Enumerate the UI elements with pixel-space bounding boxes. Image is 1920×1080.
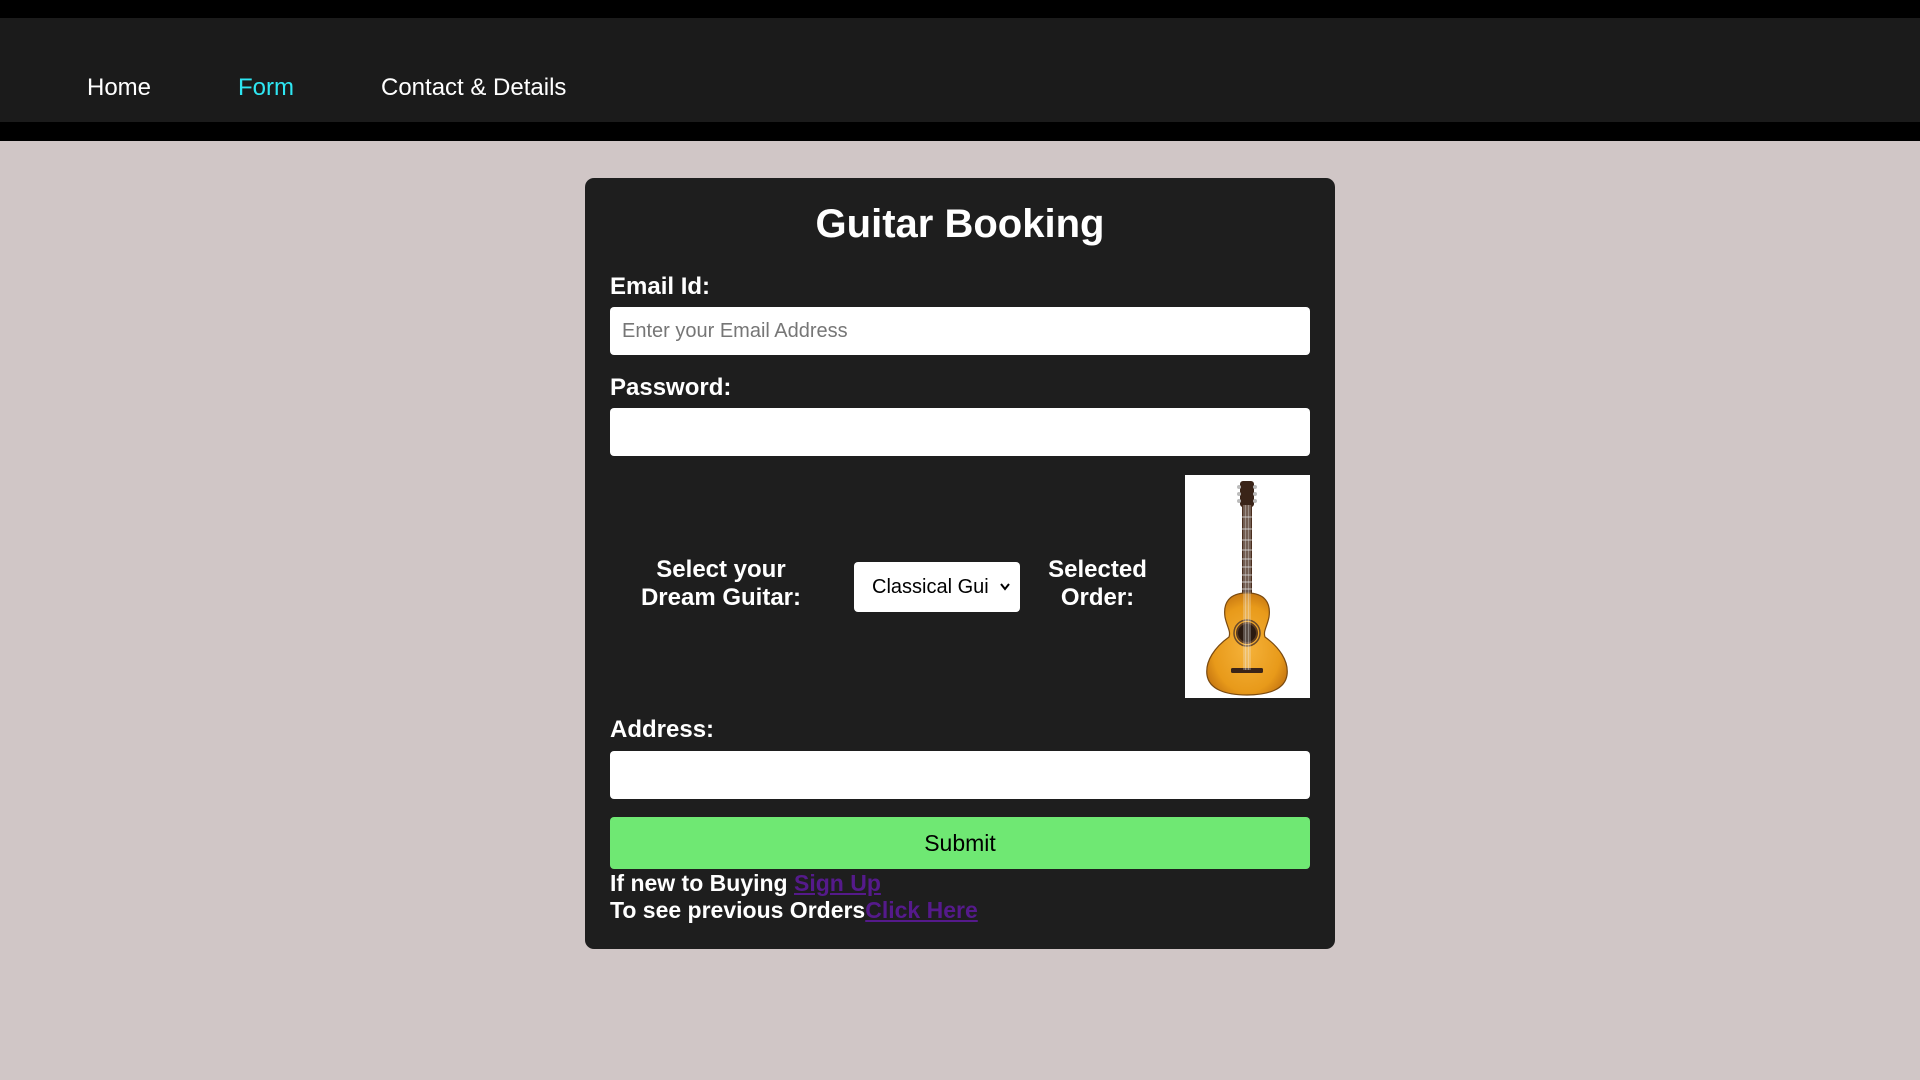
address-label: Address: <box>610 716 715 743</box>
form-title: Guitar Booking <box>815 202 1105 246</box>
orders-prompt: To see previous Orders <box>610 897 866 923</box>
submit-button[interactable]: Submit <box>610 817 1310 869</box>
orders-link[interactable]: Click Here <box>865 897 978 923</box>
signup-line: If new to Buying Sign Up <box>610 870 881 897</box>
chevron-down-icon <box>1000 583 1010 591</box>
guitar-select-label: Select your Dream Guitar: <box>640 556 802 611</box>
booking-form: Guitar Booking Email Id: Password: Selec… <box>585 0 1335 1080</box>
classical-guitar-image <box>1185 475 1310 698</box>
password-label: Password: <box>610 374 732 401</box>
signup-link[interactable]: Sign Up <box>794 870 881 896</box>
guitar-select-value: Classical Gui <box>872 576 989 598</box>
guitar-select[interactable]: Classical Gui <box>854 562 1020 612</box>
selected-order-label: Selected Order: <box>1048 556 1147 611</box>
nav-contact-link[interactable]: Contact & Details <box>381 71 566 105</box>
signup-prompt: If new to Buying <box>610 870 794 896</box>
address-input[interactable] <box>610 751 1310 799</box>
nav-form-link[interactable]: Form <box>238 71 294 105</box>
nav-home-link[interactable]: Home <box>87 71 151 105</box>
orders-line: To see previous OrdersClick Here <box>610 897 978 924</box>
password-input[interactable] <box>610 408 1310 456</box>
email-label: Email Id: <box>610 273 711 300</box>
email-input[interactable] <box>610 307 1310 355</box>
